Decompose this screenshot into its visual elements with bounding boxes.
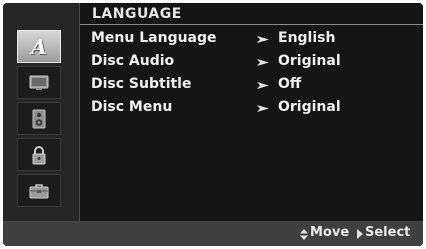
select-hint: Select xyxy=(365,225,411,240)
up-down-arrow-icon xyxy=(300,229,308,240)
language-icon: A xyxy=(31,34,47,59)
monitor-icon xyxy=(29,75,49,90)
section-title: LANGUAGE xyxy=(92,6,182,22)
toolbox-icon xyxy=(29,183,49,198)
menu-row-value: Original xyxy=(278,99,341,115)
dvd-setup-screen: LANGUAGE A Menu Language English Disc Au… xyxy=(0,0,426,249)
menu-row-menu-language[interactable]: Menu Language English xyxy=(91,30,421,50)
menu-row-disc-audio[interactable]: Disc Audio Original xyxy=(91,53,421,73)
tab-others[interactable] xyxy=(17,174,61,207)
speaker-icon xyxy=(32,109,46,128)
tab-display[interactable] xyxy=(17,66,61,99)
arrow-right-icon xyxy=(257,36,269,43)
menu-row-value: English xyxy=(278,30,336,46)
arrow-right-icon xyxy=(257,82,269,89)
arrow-right-icon xyxy=(257,59,269,66)
menu-row-label: Disc Subtitle xyxy=(91,76,192,92)
menu-row-label: Disc Menu xyxy=(91,99,173,115)
move-hint: Move xyxy=(310,225,350,240)
padlock-icon xyxy=(32,145,46,164)
menu-row-label: Menu Language xyxy=(91,30,217,46)
tab-language[interactable]: A xyxy=(17,30,61,63)
title-divider xyxy=(80,24,423,25)
menu-row-value: Off xyxy=(278,76,302,92)
menu-row-disc-menu[interactable]: Disc Menu Original xyxy=(91,99,421,119)
tab-lock[interactable] xyxy=(17,138,61,171)
menu-row-value: Original xyxy=(278,53,341,69)
arrow-right-small-icon xyxy=(357,229,363,239)
tab-audio[interactable] xyxy=(17,102,61,135)
menu-row-disc-subtitle[interactable]: Disc Subtitle Off xyxy=(91,76,421,96)
menu-row-label: Disc Audio xyxy=(91,53,175,69)
arrow-right-icon xyxy=(257,105,269,112)
